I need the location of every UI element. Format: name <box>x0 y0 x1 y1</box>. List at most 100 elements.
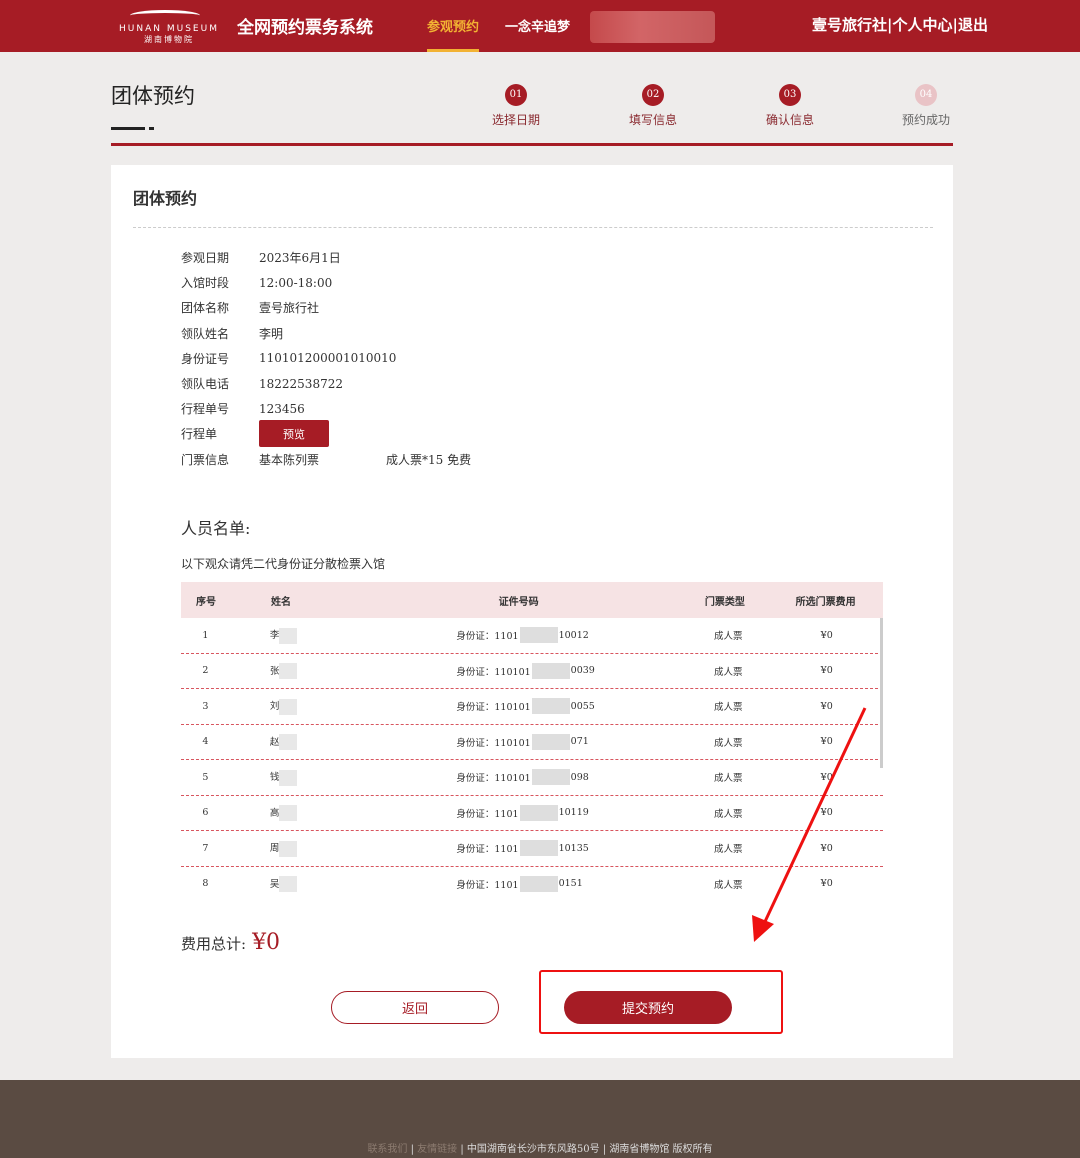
row-number: 5 <box>202 771 209 783</box>
name-text: 刘 <box>269 701 280 712</box>
info-label: 门票信息 <box>181 452 230 467</box>
id-number: 身份证：110101 071 <box>362 733 676 750</box>
visitor-name: 张 <box>230 663 363 679</box>
step-label: 填写信息 <box>628 113 677 127</box>
col-header: 所选门票费用 <box>795 596 856 608</box>
info-value: 2023年6月1日 <box>259 251 341 266</box>
nav-exhibition[interactable]: 一念辛追梦 <box>505 16 570 35</box>
col-header: 证件号码 <box>498 596 539 608</box>
top-header: HUNAN MUSEUM 湖南博物院 全网预约票务系统 参观预约 一念辛追梦 壹… <box>0 0 1080 52</box>
id-prefix: 身份证：110101 <box>456 666 531 678</box>
friend-links[interactable]: 友情链接 <box>417 1144 457 1155</box>
contact-link[interactable]: 联系我们 <box>367 1144 407 1155</box>
footer-copyright: 湖南省博物馆 版权所有 <box>609 1144 713 1155</box>
name-text: 周 <box>269 843 280 854</box>
info-label: 领队姓名 <box>181 326 230 341</box>
id-prefix: 身份证：110101 <box>456 773 531 785</box>
step-label: 确认信息 <box>765 113 814 127</box>
id-suffix: 10135 <box>558 842 589 854</box>
name-mask <box>279 805 298 821</box>
visitor-name: 周 <box>230 840 363 857</box>
info-value: 110101200001010010 <box>259 351 397 366</box>
name-mask <box>279 876 298 892</box>
user-name-link[interactable]: 壹号旅行社 <box>812 16 887 34</box>
info-label: 参观日期 <box>181 251 230 266</box>
ticket-detail: 成人票*15 免费 <box>386 452 472 467</box>
system-title: 全网预约票务系统 <box>237 18 373 38</box>
total-value: ¥0 <box>252 930 281 955</box>
id-prefix: 身份证：110101 <box>456 737 531 749</box>
table-header: 序号 姓名 证件号码 门票类型 所选门票费用 <box>181 582 883 618</box>
nav-visit-booking[interactable]: 参观预约 <box>427 16 480 52</box>
step-1: 01 选择日期 <box>476 84 556 128</box>
annotation-arrow-icon <box>752 707 867 942</box>
row-number: 2 <box>202 665 209 677</box>
id-prefix: 身份证：1101 <box>456 844 519 856</box>
row-number: 1 <box>202 629 209 641</box>
id-number: 身份证：110101 0055 <box>362 698 676 715</box>
name-mask <box>279 698 298 715</box>
id-prefix: 身份证：1101 <box>456 808 519 820</box>
footer: 联系我们 | 友情链接 | 中国湖南省长沙市东风路50号 | 湖南省博物馆 版权… <box>0 1080 1080 1158</box>
name-text: 张 <box>269 665 280 677</box>
name-mask <box>279 627 298 644</box>
id-mask <box>531 733 570 750</box>
card-title: 团体预约 <box>133 189 198 208</box>
info-label: 领队电话 <box>181 377 230 392</box>
step-number: 02 <box>642 84 664 106</box>
total-label: 费用总计: <box>181 935 247 953</box>
name-text: 赵 <box>269 736 280 748</box>
id-mask <box>519 840 558 857</box>
name-text: 高 <box>269 807 280 819</box>
table-row: 2 张 身份证：110101 0039 成人票 ¥0 <box>181 654 883 689</box>
visitor-name: 高 <box>230 805 363 821</box>
id-suffix: 071 <box>570 736 589 748</box>
id-prefix: 身份证：110101 <box>456 702 531 714</box>
row-number: 3 <box>202 700 209 712</box>
id-number: 身份证：110101 0039 <box>362 662 676 679</box>
highlight-box <box>539 970 783 1034</box>
info-label: 身份证号 <box>181 351 230 366</box>
id-mask <box>519 627 558 644</box>
id-suffix: 0151 <box>558 878 583 890</box>
name-text: 钱 <box>269 772 280 783</box>
id-suffix: 0039 <box>570 665 595 677</box>
ticket-type: 成人票 <box>713 631 743 643</box>
personal-center-link[interactable]: 个人中心 <box>893 16 953 34</box>
id-number: 身份证：1101 10012 <box>362 627 676 644</box>
back-button[interactable]: 返回 <box>331 991 499 1024</box>
info-label: 入馆时段 <box>181 276 230 291</box>
id-suffix: 0055 <box>570 700 595 712</box>
row-number: 8 <box>202 878 209 890</box>
row-number: 4 <box>202 736 209 748</box>
info-value: 12:00-18:00 <box>259 275 333 290</box>
ticket-fee: ¥0 <box>820 629 833 641</box>
bird-logo-icon <box>108 2 230 24</box>
id-mask <box>531 769 570 786</box>
ticket-type: 成人票 <box>713 666 743 678</box>
step-number: 04 <box>915 84 937 106</box>
name-text: 吴 <box>269 878 280 890</box>
step-number: 03 <box>779 84 801 106</box>
museum-logo[interactable]: HUNAN MUSEUM 湖南博物院 <box>108 2 230 50</box>
row-number: 7 <box>202 842 209 854</box>
id-number: 身份证：1101 10135 <box>362 840 676 857</box>
col-header: 门票类型 <box>704 596 745 608</box>
scrollbar[interactable] <box>880 618 883 768</box>
id-mask <box>531 698 570 715</box>
total-fee: 费用总计: ¥0 <box>181 930 280 955</box>
table-row: 1 李 身份证：1101 10012 成人票 ¥0 <box>181 618 883 654</box>
id-mask <box>519 875 558 892</box>
id-mask <box>531 662 570 679</box>
step-label: 预约成功 <box>901 113 950 127</box>
id-mask <box>519 804 558 821</box>
visitor-name: 李 <box>230 627 363 644</box>
preview-button[interactable]: 预览 <box>259 420 329 448</box>
list-title: 人员名单: <box>181 519 251 538</box>
info-value: 李明 <box>259 326 284 341</box>
logo-cn: 湖南博物院 <box>144 35 194 44</box>
title-underline <box>111 127 145 130</box>
row-number: 6 <box>202 807 209 819</box>
logout-link[interactable]: 退出 <box>958 16 988 34</box>
info-value: 壹号旅行社 <box>259 301 320 316</box>
